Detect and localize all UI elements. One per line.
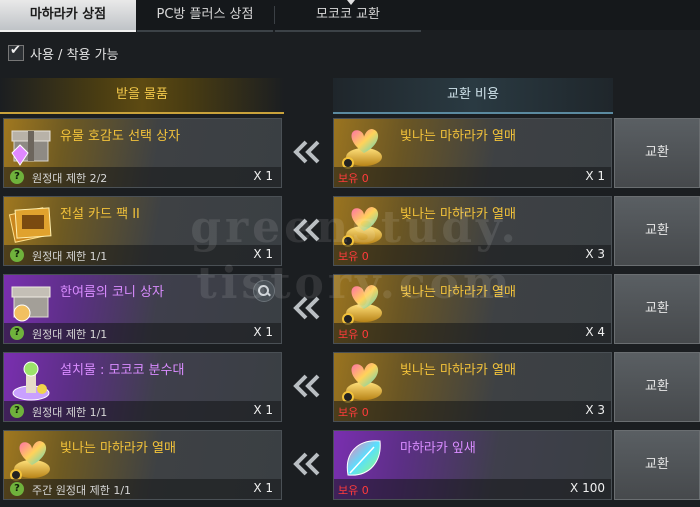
purchase-limit: 원정대 제한 1/1 xyxy=(32,406,108,419)
exchange-cost-header: 교환 비용 xyxy=(333,78,613,114)
limit-info-icon[interactable]: ? xyxy=(10,170,24,184)
glowing-maharaka-fruit-icon xyxy=(10,441,50,481)
reward-item-card[interactable]: 전설 카드 팩 II ? 원정대 제한 1/1 X 1 xyxy=(3,196,282,266)
owned-count: 보유 0 xyxy=(338,328,369,341)
exchange-row: 한여름의 코니 상자 ? 원정대 제한 1/1 X 1 빛나는 마하라카 열매 … xyxy=(0,271,700,347)
legendary-card-pack-icon xyxy=(8,207,52,243)
maharaka-leaf-icon xyxy=(346,440,381,476)
double-chevron-left-icon xyxy=(293,296,320,320)
cost-quantity: X 1 xyxy=(585,169,605,183)
cost-item-name: 마하라카 잎새 xyxy=(400,441,476,456)
reward-item-footer: ? 원정대 제한 1/1 X 1 xyxy=(4,401,281,421)
usable-filter-checkbox[interactable] xyxy=(8,43,24,61)
reward-quantity: X 1 xyxy=(253,481,273,495)
cost-quantity: X 100 xyxy=(570,481,605,495)
cost-quantity: X 4 xyxy=(585,325,605,339)
cost-item-footer: 보유 0 X 3 xyxy=(334,245,611,265)
owned-count: 보유 0 xyxy=(338,172,369,185)
reward-item-footer: ? 주간 원정대 제한 1/1 X 1 xyxy=(4,479,281,499)
double-chevron-left-icon xyxy=(293,374,320,398)
reward-item-footer: ? 원정대 제한 2/2 X 1 xyxy=(4,167,281,187)
cost-item-card[interactable]: 빛나는 마하라카 열매 보유 0 X 3 xyxy=(333,352,612,422)
cost-item-card[interactable]: 마하라카 잎새 보유 0 X 100 xyxy=(333,430,612,500)
summer-coni-box-icon xyxy=(11,286,51,322)
reward-item-card[interactable]: 한여름의 코니 상자 ? 원정대 제한 1/1 X 1 xyxy=(3,274,282,344)
exchange-row: 설치물 : 모코코 분수대 ? 원정대 제한 1/1 X 1 빛나는 마하라카 … xyxy=(0,349,700,425)
exchange-row: 유물 호감도 선택 상자 ? 원정대 제한 2/2 X 1 빛나는 마하라카 열… xyxy=(0,115,700,191)
limit-info-icon[interactable]: ? xyxy=(10,248,24,262)
magnifier-icon[interactable] xyxy=(253,280,275,302)
cost-item-footer: 보유 0 X 1 xyxy=(334,167,611,187)
cost-quantity: X 3 xyxy=(585,247,605,261)
reward-item-name: 전설 카드 팩 II xyxy=(60,207,140,222)
limit-info-icon[interactable]: ? xyxy=(10,326,24,340)
exchange-button[interactable]: 교환 xyxy=(614,274,700,344)
cost-item-footer: 보유 0 X 3 xyxy=(334,401,611,421)
reward-quantity: X 1 xyxy=(253,325,273,339)
purchase-limit: 주간 원정대 제한 1/1 xyxy=(32,484,132,497)
tab-maharaka-shop[interactable]: 마하라카 상점 xyxy=(0,0,136,32)
owned-count: 보유 0 xyxy=(338,484,369,497)
exchange-button[interactable]: 교환 xyxy=(614,118,700,188)
reward-item-card[interactable]: 유물 호감도 선택 상자 ? 원정대 제한 2/2 X 1 xyxy=(3,118,282,188)
owned-count: 보유 0 xyxy=(338,406,369,419)
tab-pc-bang-plus-shop[interactable]: PC방 플러스 상점 xyxy=(137,0,273,32)
reward-quantity: X 1 xyxy=(253,403,273,417)
cost-item-card[interactable]: 빛나는 마하라카 열매 보유 0 X 1 xyxy=(333,118,612,188)
reward-quantity: X 1 xyxy=(253,247,273,261)
cost-item-footer: 보유 0 X 4 xyxy=(334,323,611,343)
cost-quantity: X 3 xyxy=(585,403,605,417)
purchase-limit: 원정대 제한 1/1 xyxy=(32,328,108,341)
double-chevron-left-icon xyxy=(293,140,320,164)
reward-item-card[interactable]: 빛나는 마하라카 열매 ? 주간 원정대 제한 1/1 X 1 xyxy=(3,430,282,500)
reward-quantity: X 1 xyxy=(253,169,273,183)
mokoko-fountain-icon xyxy=(12,361,50,401)
cost-item-name: 빛나는 마하라카 열매 xyxy=(400,207,516,222)
exchange-row: 빛나는 마하라카 열매 ? 주간 원정대 제한 1/1 X 1 마하라카 잎새 … xyxy=(0,427,700,503)
tab-indicator-icon xyxy=(347,0,355,5)
reward-item-footer: ? 원정대 제한 1/1 X 1 xyxy=(4,245,281,265)
purchase-limit: 원정대 제한 1/1 xyxy=(32,250,108,263)
relic-chest-icon xyxy=(11,130,51,166)
shop-tab-bar: 마하라카 상점 PC방 플러스 상점 모코코 교환 xyxy=(0,0,700,32)
reward-item-name: 유물 호감도 선택 상자 xyxy=(60,129,181,144)
usable-filter-toggle[interactable]: 사용 / 착용 가능 xyxy=(8,43,119,63)
glowing-maharaka-fruit-icon xyxy=(342,285,382,325)
glowing-maharaka-fruit-icon xyxy=(342,207,382,247)
cost-item-card[interactable]: 빛나는 마하라카 열매 보유 0 X 3 xyxy=(333,196,612,266)
reward-item-name: 빛나는 마하라카 열매 xyxy=(60,441,176,456)
double-chevron-left-icon xyxy=(293,218,320,242)
cost-item-name: 빛나는 마하라카 열매 xyxy=(400,129,516,144)
cost-item-card[interactable]: 빛나는 마하라카 열매 보유 0 X 4 xyxy=(333,274,612,344)
purchase-limit: 원정대 제한 2/2 xyxy=(32,172,108,185)
reward-item-name: 설치물 : 모코코 분수대 xyxy=(60,363,185,378)
glowing-maharaka-fruit-icon xyxy=(342,129,382,169)
cost-item-footer: 보유 0 X 100 xyxy=(334,479,611,499)
double-chevron-left-icon xyxy=(293,452,320,476)
exchange-row: 전설 카드 팩 II ? 원정대 제한 1/1 X 1 빛나는 마하라카 열매 … xyxy=(0,193,700,269)
limit-info-icon[interactable]: ? xyxy=(10,404,24,418)
reward-item-footer: ? 원정대 제한 1/1 X 1 xyxy=(4,323,281,343)
cost-item-name: 빛나는 마하라카 열매 xyxy=(400,285,516,300)
usable-filter-label: 사용 / 착용 가능 xyxy=(30,47,119,63)
reward-item-name: 한여름의 코니 상자 xyxy=(60,285,164,300)
exchange-button[interactable]: 교환 xyxy=(614,430,700,500)
limit-info-icon[interactable]: ? xyxy=(10,482,24,496)
glowing-maharaka-fruit-icon xyxy=(342,363,382,403)
exchange-button[interactable]: 교환 xyxy=(614,196,700,266)
reward-item-card[interactable]: 설치물 : 모코코 분수대 ? 원정대 제한 1/1 X 1 xyxy=(3,352,282,422)
receive-items-header: 받을 물품 xyxy=(0,78,284,114)
cost-item-name: 빛나는 마하라카 열매 xyxy=(400,363,516,378)
owned-count: 보유 0 xyxy=(338,250,369,263)
exchange-button[interactable]: 교환 xyxy=(614,352,700,422)
